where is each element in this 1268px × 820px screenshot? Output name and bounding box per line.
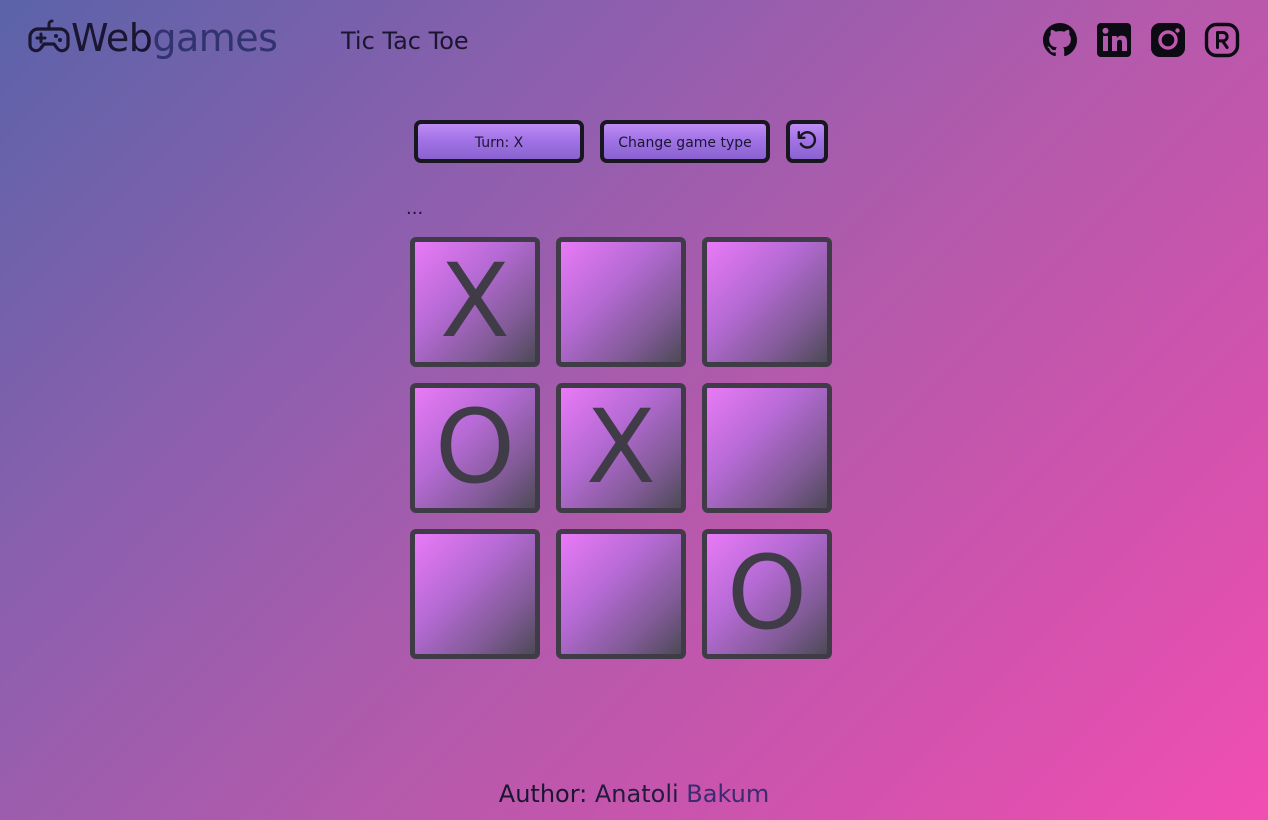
change-game-type-button[interactable]: Change game type: [600, 120, 770, 163]
gamepad-icon: [28, 17, 70, 59]
game-board: X O X O: [410, 237, 832, 659]
turn-button[interactable]: Turn: X: [414, 120, 584, 163]
board-cell[interactable]: [702, 237, 832, 367]
nav-tic-tac-toe[interactable]: Tic Tac Toe: [341, 24, 469, 58]
board-cell[interactable]: [556, 237, 686, 367]
logo-text-web: Web: [71, 16, 153, 60]
board-cell[interactable]: [410, 529, 540, 659]
author-first-name[interactable]: Anatoli: [595, 780, 679, 808]
board-cell[interactable]: O: [410, 383, 540, 513]
logo-text: Webgames: [71, 14, 278, 62]
logo-link[interactable]: Webgames: [28, 14, 278, 62]
logo-text-games: games: [152, 16, 278, 60]
author-footer: Author: Anatoli Bakum: [0, 780, 1268, 808]
reset-icon: [795, 128, 819, 156]
board-cell[interactable]: [702, 383, 832, 513]
author-label: Author:: [498, 780, 588, 808]
board-cell[interactable]: X: [556, 383, 686, 513]
social-links: [1040, 20, 1242, 60]
board-cell[interactable]: X: [410, 237, 540, 367]
author-last-name[interactable]: Bakum: [686, 780, 769, 808]
game-controls: Turn: X Change game type: [414, 120, 828, 163]
board-cell[interactable]: [556, 529, 686, 659]
linkedin-icon[interactable]: [1094, 20, 1134, 60]
game-status: ...: [406, 198, 424, 219]
instagram-icon[interactable]: [1148, 20, 1188, 60]
reset-button[interactable]: [786, 120, 828, 163]
board-cell[interactable]: O: [702, 529, 832, 659]
github-icon[interactable]: [1040, 20, 1080, 60]
r-icon[interactable]: [1202, 20, 1242, 60]
